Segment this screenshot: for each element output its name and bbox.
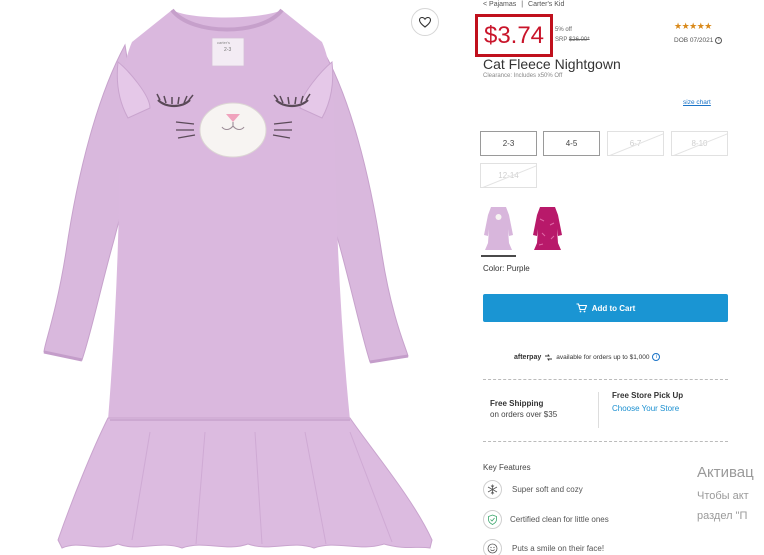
breadcrumb: < Pajamas | Carter's Kid: [483, 1, 567, 8]
afterpay-info: afterpay available for orders up to $1,0…: [514, 353, 661, 361]
swatch-magenta[interactable]: [530, 203, 565, 253]
breadcrumb-pajamas-link[interactable]: < Pajamas: [483, 1, 516, 8]
feature-certified: Certified clean for little ones: [510, 515, 609, 524]
choose-store-link[interactable]: Choose Your Store: [612, 404, 679, 413]
size-option-2-3[interactable]: 2-3: [480, 131, 537, 156]
size-option-4-5[interactable]: 4-5: [543, 131, 600, 156]
size-option-8-10[interactable]: 8-10: [671, 131, 728, 156]
divider: [483, 379, 728, 380]
activation-watermark-title: Активац: [697, 464, 754, 481]
afterpay-logo: afterpay: [514, 353, 542, 361]
size-option-12-14[interactable]: 12-14: [480, 163, 537, 188]
store-pickup-title: Free Store Pick Up: [612, 391, 684, 400]
activation-watermark-line2: раздел "П: [697, 510, 748, 522]
dob-label: DOB 07/2021 i: [674, 37, 723, 44]
garment-tag-brand: carter's: [217, 40, 230, 45]
nightgown-illustration: [43, 8, 433, 549]
add-to-wishlist-button[interactable]: [411, 8, 439, 36]
selected-swatch-indicator: [481, 255, 516, 257]
srp-value: $26.00*: [568, 37, 590, 43]
garment-tag-size: 2-3: [224, 47, 232, 53]
free-shipping-subtitle: on orders over $35: [490, 410, 558, 419]
breadcrumb-brand-link[interactable]: Carter's Kid: [528, 1, 564, 8]
key-features-title: Key Features: [483, 463, 531, 472]
snowflake-icon: [483, 480, 502, 499]
afterpay-info-icon[interactable]: i: [652, 353, 661, 361]
shield-check-icon: [483, 510, 502, 529]
afterpay-text: available for orders up to $1,000: [556, 353, 650, 361]
shipping-divider: [598, 392, 599, 428]
sale-price-highlight: $3.74: [475, 14, 553, 57]
swatch-purple[interactable]: [481, 203, 516, 253]
sale-price: $3.74: [483, 21, 545, 49]
add-to-cart-button[interactable]: Add to Cart: [483, 294, 728, 322]
add-to-cart-label: Add to Cart: [591, 303, 636, 313]
srp-label: SRP $26.00*: [555, 37, 590, 43]
feature-soft: Super soft and cozy: [512, 485, 583, 494]
afterpay-arrows-icon: [545, 353, 553, 361]
purple-gown-thumbnail: [481, 203, 516, 253]
magenta-gown-thumbnail: [530, 203, 565, 253]
feature-smile: Puts a smile on their face!: [512, 544, 605, 553]
selected-color-label: Color: Purple: [483, 264, 530, 273]
rating-stars[interactable]: ★★★★★: [674, 21, 712, 32]
product-title: Cat Fleece Nightgown: [483, 56, 621, 72]
activation-watermark-line1: Чтобы акт: [697, 490, 749, 502]
product-image: carter's 2-3: [0, 0, 450, 555]
percent-off-label: 5% off: [555, 27, 572, 33]
dob-text: DOB 07/2021: [674, 37, 714, 44]
srp-prefix: SRP: [555, 37, 568, 43]
divider: [483, 441, 728, 442]
breadcrumb-separator: |: [521, 1, 524, 8]
cart-icon: [576, 303, 587, 313]
heart-icon: [419, 16, 431, 28]
size-chart-link[interactable]: size chart: [683, 99, 711, 106]
info-icon[interactable]: i: [715, 37, 723, 44]
clearance-note: Clearance: Includes x50% Off: [483, 73, 563, 79]
smile-icon: [483, 539, 502, 555]
size-option-6-7[interactable]: 6-7: [607, 131, 664, 156]
free-shipping-title: Free Shipping: [490, 399, 544, 408]
